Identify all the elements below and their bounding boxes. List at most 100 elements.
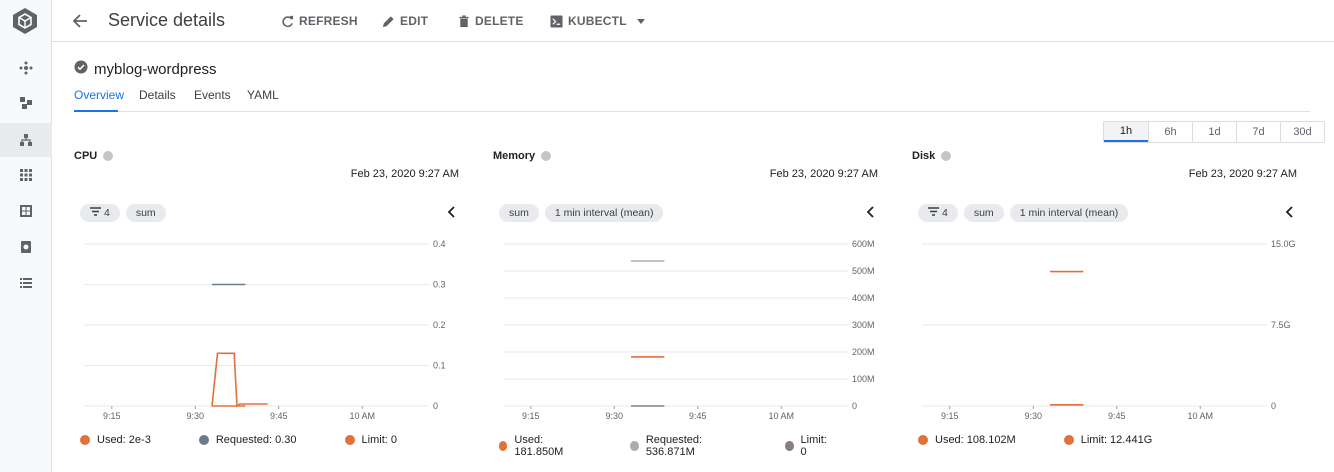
chart-title-text: CPU [74,150,98,162]
interval-chip[interactable]: 1 min interval (mean) [1009,204,1129,222]
kubectl-dropdown[interactable]: KUBECTL [550,12,645,30]
memory-line-chart: 600M 500M 400M 300M 200M 100M 0 9:15 9:30 9:45 10 … [503,239,875,421]
y-tick-label: 0 [433,401,438,411]
delete-button[interactable]: DELETE [458,12,524,30]
legend-label-used: Used: 2e-3 [97,434,151,446]
chart-timestamp: Feb 23, 2020 9:27 AM [769,168,878,180]
aggregation-chip[interactable]: sum [499,204,539,222]
chart-legend: Used: 2e-3 Requested: 0.30 Limit: 0 [80,434,445,446]
y-tick-label: 0 [1271,401,1276,411]
disk-chart-panel: Disk Feb 23, 2020 9:27 AM 4 sum 1 min in… [912,148,1297,458]
legend-limit: Limit: 12.441G [1063,434,1152,446]
filter-chip[interactable]: 4 [918,204,958,222]
cpu-line-chart: 0.4 0.3 0.2 0.1 0 9:15 9:30 9:45 10 AM [84,239,446,421]
workloads-icon[interactable] [0,86,52,120]
legend-label-limit: Limit: 0 [800,434,827,458]
chart-title-text: Disk [912,150,936,162]
chart-timestamp: Feb 23, 2020 9:27 AM [350,168,459,180]
x-tick-label: 9:30 [606,411,624,421]
y-tick-label: 500M [852,266,875,276]
chevron-left-icon[interactable] [445,204,459,220]
time-range-selector: 1h 6h 1d 7d 30d [1103,121,1325,143]
range-30d[interactable]: 30d [1280,122,1324,142]
range-7d[interactable]: 7d [1236,122,1280,142]
x-tick-label: 9:30 [187,411,205,421]
interval-chip[interactable]: 1 min interval (mean) [544,204,664,222]
y-tick-label: 400M [852,293,875,303]
refresh-button[interactable]: REFRESH [281,12,358,30]
legend-label-used: Used: 181.850M [514,434,564,458]
y-tick-label: 15.0G [1271,239,1296,249]
storage-icon[interactable] [0,230,52,264]
range-1h[interactable]: 1h [1104,122,1148,142]
legend-label-requested: Requested: 536.871M [645,434,703,458]
tab-details[interactable]: Details [139,88,176,112]
back-arrow-icon[interactable] [68,9,92,33]
tab-events[interactable]: Events [194,88,231,112]
service-name: myblog-wordpress [94,61,217,78]
legend-limit: Limit: 0 [344,434,398,446]
chart-filter-chips: sum 1 min interval (mean) [499,204,664,222]
legend-dot-limit [1063,435,1074,445]
aggregation-chip[interactable]: sum [125,204,166,222]
filter-chip[interactable]: 4 [80,204,120,222]
edit-button[interactable]: EDIT [382,12,428,30]
filter-count: 4 [942,207,948,219]
filter-icon [90,207,101,219]
terminal-icon [550,14,563,28]
chart-filter-chips: 4 sum [80,204,166,222]
tab-yaml[interactable]: YAML [247,88,279,112]
chart-filter-chips: 4 sum 1 min interval (mean) [918,204,1129,222]
filter-count: 4 [104,207,110,219]
chevron-left-icon[interactable] [864,204,878,220]
chart-legend: Used: 181.850M Requested: 536.871M Limit… [499,434,878,458]
filter-icon [928,207,939,219]
aggregation-chip[interactable]: sum [963,204,1004,222]
object-browser-icon[interactable] [0,266,52,300]
kubernetes-engine-logo-icon[interactable] [10,6,40,36]
range-6h[interactable]: 6h [1148,122,1192,142]
page-header: Service details REFRESH EDIT DELETE KUBE… [52,0,1334,42]
legend-dot-used [80,435,90,445]
disk-line-chart: 15.0G 7.5G 0 9:15 9:30 9:45 10 AM [922,239,1296,421]
legend-dot-limit [785,441,794,451]
applications-icon[interactable] [0,158,52,192]
legend-label-limit: Limit: 0 [361,434,398,446]
caret-down-icon [636,18,645,24]
legend-dot-requested [198,435,209,445]
tab-overview[interactable]: Overview [74,88,124,112]
page-title: Service details [108,10,226,30]
range-1d[interactable]: 1d [1192,122,1236,142]
legend-limit: Limit: 0 [785,434,830,458]
edit-label: EDIT [400,14,429,28]
legend-label-requested: Requested: 0.30 [215,434,297,446]
cpu-chart-title: CPU [74,150,114,162]
y-tick-label: 100M [852,374,875,384]
chevron-left-icon[interactable] [1283,204,1297,220]
clusters-icon[interactable] [0,51,52,85]
kubectl-label: KUBECTL [568,14,627,28]
check-circle-icon [74,60,88,79]
help-icon[interactable] [541,151,552,161]
chart-legend: Used: 108.102M Limit: 12.441G [918,434,1200,446]
x-tick-label: 9:15 [941,411,959,421]
help-icon[interactable] [941,151,952,161]
y-tick-label: 7.5G [1271,320,1291,330]
services-icon[interactable] [0,123,52,157]
y-tick-label: 0 [852,401,857,411]
navigation-rail [0,0,52,472]
configuration-icon[interactable] [0,194,52,228]
cpu-chart-panel: CPU Feb 23, 2020 9:27 AM 4 sum 0.4 0.3 0.2… [74,148,459,458]
help-icon[interactable] [103,151,114,161]
legend-used: Used: 2e-3 [80,434,151,446]
y-tick-label: 0.3 [433,280,446,290]
y-tick-label: 600M [852,239,875,249]
y-tick-label: 0.4 [433,239,446,249]
legend-dot-used [918,435,928,445]
legend-label-used: Used: 108.102M [935,434,1016,446]
x-tick-label: 9:45 [689,411,707,421]
legend-requested: Requested: 536.871M [630,434,737,458]
memory-chart-panel: Memory Feb 23, 2020 9:27 AM sum 1 min in… [493,148,878,458]
refresh-label: REFRESH [299,14,358,28]
y-tick-label: 300M [852,320,875,330]
